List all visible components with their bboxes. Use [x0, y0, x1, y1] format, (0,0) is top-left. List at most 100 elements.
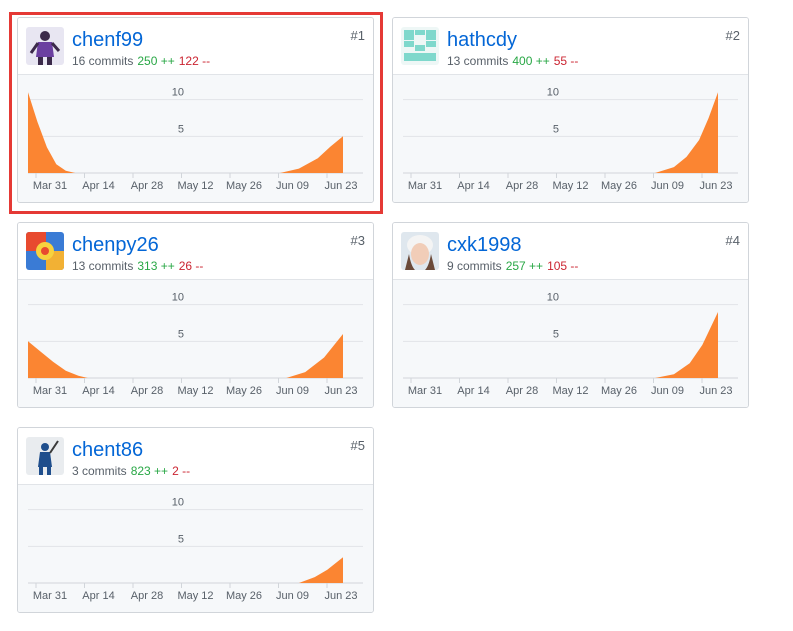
deletions-count: 55 -- — [553, 54, 579, 68]
commit-area-chart: 10 5 Mar 31 Apr 14 Apr 28 May 12 May 26 Jun 09 J… — [28, 497, 363, 602]
additions-count: 313 ++ — [137, 259, 175, 273]
x-tick-label: Jun 09 — [651, 180, 684, 192]
basketball-player-avatar-icon[interactable] — [26, 27, 64, 65]
additions-count: 823 ++ — [130, 464, 169, 478]
x-tick-label: Apr 28 — [131, 385, 163, 397]
commit-area-chart: 10 5 Mar 31 Apr 14 Apr 28 May 12 May 26 Jun 09 J… — [403, 87, 738, 192]
x-tick-label: May 12 — [552, 180, 588, 192]
colorful-gift-avatar-icon[interactable] — [26, 232, 64, 270]
contributor-header: cxk1998 9 commits 257 ++ 105 -- #4 — [393, 223, 748, 279]
contributor-rank: #4 — [725, 233, 740, 248]
x-tick-label: May 26 — [226, 385, 262, 397]
x-tick-label: Apr 14 — [457, 180, 489, 192]
commit-area-chart: 10 5 Mar 31 Apr 14 Apr 28 May 12 May 26 Jun 09 J… — [28, 292, 363, 397]
y-tick-label: 10 — [172, 292, 184, 304]
x-tick-label: Apr 28 — [506, 385, 538, 397]
contributor-header: chenf99 16 commits 250 ++ 122 -- #1 — [18, 18, 373, 74]
deletions-count: 105 -- — [547, 259, 579, 273]
x-tick-label: Mar 31 — [33, 590, 67, 602]
x-tick-label: May 26 — [226, 180, 262, 192]
x-tick-label: Jun 09 — [651, 385, 684, 397]
contributor-stats: 9 commits 257 ++ 105 -- — [447, 259, 578, 273]
commit-graph: 10 5 Mar 31 Apr 14 Apr 28 May 12 May 26 Jun 09 J… — [18, 484, 373, 612]
contributor-name-link[interactable]: chenf99 — [72, 28, 143, 52]
x-tick-label: May 12 — [177, 180, 213, 192]
x-tick-label: Mar 31 — [408, 180, 442, 192]
commit-area-series — [403, 92, 718, 173]
contributor-rank: #5 — [350, 438, 365, 453]
y-tick-label: 5 — [553, 328, 559, 340]
x-tick-label: Apr 28 — [131, 590, 163, 602]
x-tick-label: May 26 — [601, 180, 637, 192]
y-tick-label: 10 — [547, 87, 559, 99]
commit-count: 3 commits — [72, 464, 127, 478]
x-tick-label: Apr 14 — [82, 385, 114, 397]
baseball-player-avatar-icon[interactable] — [26, 437, 64, 475]
contributor-rank: #3 — [350, 233, 365, 248]
x-tick-label: May 26 — [226, 590, 262, 602]
contributor-name-link[interactable]: hathcdy — [447, 28, 517, 52]
contributor-card: chent86 3 commits 823 ++ 2 -- #5 10 5 Mar 31 Apr… — [17, 427, 374, 613]
contributor-stats: 16 commits 250 ++ 122 -- — [72, 54, 210, 68]
y-tick-label: 5 — [178, 328, 184, 340]
contributor-rank: #1 — [350, 28, 365, 43]
deletions-count: 122 -- — [178, 54, 211, 68]
y-tick-label: 10 — [547, 292, 559, 304]
commit-area-series — [28, 334, 343, 378]
contributor-header: chent86 3 commits 823 ++ 2 -- #5 — [18, 428, 373, 484]
pixel-identicon-avatar-icon[interactable] — [401, 27, 439, 65]
commit-count: 16 commits — [72, 54, 134, 68]
contributor-card: chenf99 16 commits 250 ++ 122 -- #1 10 5 Mar 31… — [17, 17, 374, 203]
x-tick-label: May 12 — [552, 385, 588, 397]
additions-count: 400 ++ — [512, 54, 550, 68]
x-tick-label: Jun 23 — [324, 180, 357, 192]
x-tick-label: May 12 — [177, 385, 213, 397]
person-photo-avatar-icon[interactable] — [401, 232, 439, 270]
deletions-count: 2 -- — [172, 464, 191, 478]
y-tick-label: 5 — [553, 123, 559, 135]
commit-graph: 10 5 Mar 31 Apr 14 Apr 28 May 12 May 26 Jun 09 J… — [393, 279, 748, 407]
contributor-name-link[interactable]: chent86 — [72, 438, 143, 462]
x-tick-label: Mar 31 — [408, 385, 442, 397]
y-tick-label: 10 — [172, 497, 184, 509]
additions-count: 250 ++ — [137, 54, 175, 68]
commit-graph: 10 5 Mar 31 Apr 14 Apr 28 May 12 May 26 Jun 09 J… — [18, 74, 373, 202]
x-tick-label: Apr 14 — [457, 385, 489, 397]
x-tick-label: Jun 23 — [699, 180, 732, 192]
commit-area-chart: 10 5 Mar 31 Apr 14 Apr 28 May 12 May 26 Jun 09 J… — [28, 87, 363, 192]
commit-area-series — [403, 312, 718, 378]
commit-area-chart: 10 5 Mar 31 Apr 14 Apr 28 May 12 May 26 Jun 09 J… — [403, 292, 738, 397]
x-tick-label: Jun 09 — [276, 385, 309, 397]
contributor-stats: 13 commits 313 ++ 26 -- — [72, 259, 203, 273]
contributor-stats: 13 commits 400 ++ 55 -- — [447, 54, 578, 68]
x-tick-label: Jun 23 — [699, 385, 732, 397]
contributor-stats: 3 commits 823 ++ 2 -- — [72, 464, 190, 478]
contributor-card: cxk1998 9 commits 257 ++ 105 -- #4 10 5 Mar 31 A… — [392, 222, 749, 408]
y-tick-label: 10 — [172, 87, 184, 99]
y-tick-label: 5 — [178, 533, 184, 545]
deletions-count: 26 -- — [178, 259, 204, 273]
contributor-header: chenpy26 13 commits 313 ++ 26 -- #3 — [18, 223, 373, 279]
x-tick-label: Jun 09 — [276, 180, 309, 192]
commit-area-series — [28, 557, 343, 583]
x-tick-label: Jun 23 — [324, 590, 357, 602]
x-tick-label: Apr 28 — [506, 180, 538, 192]
commit-area-series — [28, 92, 343, 173]
commit-graph: 10 5 Mar 31 Apr 14 Apr 28 May 12 May 26 Jun 09 J… — [393, 74, 748, 202]
additions-count: 257 ++ — [505, 259, 544, 273]
contributor-card: hathcdy 13 commits 400 ++ 55 -- #2 10 5 Mar 31 A… — [392, 17, 749, 203]
contributor-rank: #2 — [725, 28, 740, 43]
x-tick-label: Apr 14 — [82, 180, 114, 192]
contributor-card: chenpy26 13 commits 313 ++ 26 -- #3 10 5 Mar 31… — [17, 222, 374, 408]
y-tick-label: 5 — [178, 123, 184, 135]
x-tick-label: May 26 — [601, 385, 637, 397]
contributor-name-link[interactable]: cxk1998 — [447, 233, 522, 257]
contributor-name-link[interactable]: chenpy26 — [72, 233, 159, 257]
contributor-header: hathcdy 13 commits 400 ++ 55 -- #2 — [393, 18, 748, 74]
commit-graph: 10 5 Mar 31 Apr 14 Apr 28 May 12 May 26 Jun 09 J… — [18, 279, 373, 407]
x-tick-label: Apr 28 — [131, 180, 163, 192]
x-tick-label: Jun 23 — [324, 385, 357, 397]
x-tick-label: Mar 31 — [33, 385, 67, 397]
commit-count: 13 commits — [447, 54, 509, 68]
x-tick-label: Mar 31 — [33, 180, 67, 192]
